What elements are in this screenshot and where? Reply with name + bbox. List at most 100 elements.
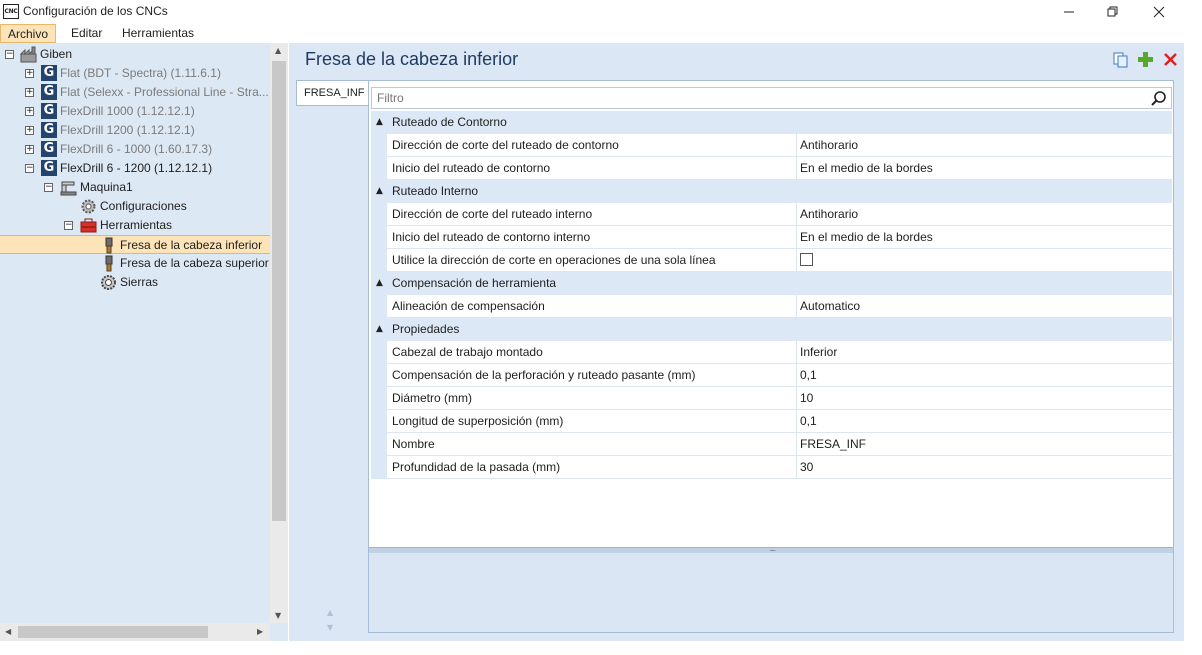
router-bit-icon	[100, 237, 117, 254]
property-name: Inicio del ruteado de contorno interno	[392, 226, 797, 248]
property-indent	[371, 226, 387, 249]
collapse-category-icon[interactable]: ▲	[376, 180, 388, 203]
scroll-right-icon[interactable]: ▶	[257, 627, 263, 636]
property-value[interactable]: Inferior	[800, 341, 837, 363]
property-row[interactable]: Cabezal de trabajo montado Inferior	[371, 341, 1172, 364]
property-value[interactable]: 10	[800, 387, 813, 409]
property-checkbox[interactable]	[800, 253, 813, 267]
scroll-up-icon[interactable]: ▲	[275, 46, 281, 55]
property-value[interactable]: En el medio de la bordes	[800, 157, 933, 179]
tree-item-label: FlexDrill 6 - 1000 (1.60.17.3)	[60, 142, 213, 156]
property-row[interactable]: Nombre FRESA_INF	[371, 433, 1172, 456]
tree-item[interactable]: Sierras	[0, 273, 268, 292]
property-value[interactable]: Antihorario	[800, 203, 858, 225]
tree-item[interactable]: − Giben	[0, 45, 268, 64]
window-bottom-edge	[0, 641, 1202, 655]
property-indent	[371, 203, 387, 226]
add-icon[interactable]	[1137, 51, 1155, 69]
property-value[interactable]: 0,1	[800, 364, 817, 386]
property-name: Diámetro (mm)	[392, 387, 797, 409]
category-label: Ruteado de Contorno	[392, 115, 507, 129]
property-value[interactable]: 30	[800, 456, 813, 478]
description-area	[369, 553, 1173, 632]
collapse-category-icon[interactable]: ▲	[376, 272, 388, 295]
property-row[interactable]: Longitud de superposición (mm) 0,1	[371, 410, 1172, 433]
property-row[interactable]: Inicio del ruteado de contorno En el medi…	[371, 157, 1172, 180]
category-row[interactable]: ▲ Propiedades	[371, 318, 1172, 341]
tree-item-label: Configuraciones	[100, 199, 187, 213]
property-row[interactable]: Compensación de la perforación y ruteado…	[371, 364, 1172, 387]
property-row[interactable]: Alineación de compensación Automatico	[371, 295, 1172, 318]
menu-archivo[interactable]: Archivo	[0, 24, 57, 43]
filter-input[interactable]	[375, 90, 1135, 106]
property-row[interactable]: Utilice la dirección de corte en operaci…	[371, 249, 1172, 272]
tree-vertical-scrollbar[interactable]: ▲ ▼	[270, 43, 288, 623]
tree-horizontal-scrollbar[interactable]: ◀ ▶	[0, 623, 270, 641]
tree-item[interactable]: Configuraciones	[0, 197, 268, 216]
delete-icon[interactable]	[1162, 51, 1180, 69]
tree-item[interactable]: Fresa de la cabeza inferior	[0, 235, 270, 254]
collapse-category-icon[interactable]: ▲	[376, 318, 388, 341]
expand-icon[interactable]: +	[25, 69, 34, 78]
scroll-left-icon[interactable]: ◀	[5, 627, 11, 636]
property-row[interactable]: Dirección de corte del ruteado de contor…	[371, 134, 1172, 157]
tree-scroll-thumb[interactable]	[272, 61, 286, 521]
property-row[interactable]: Diámetro (mm) 10	[371, 387, 1172, 410]
expand-icon[interactable]: +	[25, 107, 34, 116]
property-row[interactable]: Inicio del ruteado de contorno interno En…	[371, 226, 1172, 249]
property-row[interactable]: Dirección de corte del ruteado interno An…	[371, 203, 1172, 226]
tab-scroll-up-icon[interactable]: ▲	[327, 608, 333, 617]
category-label: Compensación de herramienta	[392, 276, 557, 290]
tab-fresa-inf[interactable]: FRESA_INF	[296, 80, 368, 106]
category-row[interactable]: ▲ Compensación de herramienta	[371, 272, 1172, 295]
tree-item[interactable]: + G Flat (BDT - Spectra) (1.11.6.1)	[0, 64, 268, 83]
collapse-category-icon[interactable]: ▲	[376, 111, 388, 134]
menu-herramientas[interactable]: Herramientas	[115, 24, 201, 43]
machine-logo-icon: G	[41, 65, 58, 82]
tree-item[interactable]: + G FlexDrill 6 - 1000 (1.60.17.3)	[0, 140, 268, 159]
collapse-icon[interactable]: −	[5, 50, 14, 59]
minimize-button[interactable]	[1046, 0, 1092, 23]
collapse-icon[interactable]: −	[44, 183, 53, 192]
tree-hscroll-thumb[interactable]	[18, 626, 208, 638]
property-indent	[371, 295, 387, 318]
machine-icon	[60, 179, 77, 196]
expand-icon[interactable]: +	[25, 126, 34, 135]
machine-logo-icon: G	[41, 141, 58, 158]
minimize-icon	[1064, 11, 1074, 12]
property-value[interactable]: FRESA_INF	[800, 433, 866, 455]
collapse-icon[interactable]: −	[25, 164, 34, 173]
tree-item-label: FlexDrill 6 - 1200 (1.12.12.1)	[60, 161, 213, 175]
tree-item[interactable]: − G FlexDrill 6 - 1200 (1.12.12.1)	[0, 159, 268, 178]
property-indent	[371, 157, 387, 180]
tree-item[interactable]: − Maquina1	[0, 178, 268, 197]
collapse-icon[interactable]: −	[64, 221, 73, 230]
tree-pane: − Giben + G Flat (BDT - Spectra) (1.11.6.1) +…	[0, 43, 288, 641]
tree-item[interactable]: + G Flat (Selexx - Professional Line - Str…	[0, 83, 269, 102]
restore-button[interactable]	[1090, 0, 1136, 23]
expand-icon[interactable]: +	[25, 145, 34, 154]
property-value[interactable]: Antihorario	[800, 134, 858, 156]
menu-editar[interactable]: Editar	[64, 24, 109, 43]
property-value[interactable]: Automatico	[800, 295, 860, 317]
property-name: Dirección de corte del ruteado interno	[392, 203, 797, 225]
tree-item[interactable]: + G FlexDrill 1200 (1.12.12.1)	[0, 121, 268, 140]
restore-icon	[1107, 6, 1118, 16]
scroll-down-icon[interactable]: ▼	[275, 611, 281, 620]
close-button[interactable]	[1136, 0, 1182, 23]
tree-item[interactable]: + G FlexDrill 1000 (1.12.12.1)	[0, 102, 268, 121]
property-value[interactable]: 0,1	[800, 410, 817, 432]
tree-item[interactable]: − Herramientas	[0, 216, 268, 235]
search-icon[interactable]	[1150, 90, 1167, 107]
copy-icon[interactable]	[1112, 51, 1130, 69]
property-value[interactable]: En el medio de la bordes	[800, 226, 933, 248]
tab-scroll-down-icon[interactable]: ▼	[327, 623, 333, 632]
tree-item[interactable]: Fresa de la cabeza superior	[0, 254, 269, 273]
category-row[interactable]: ▲ Ruteado Interno	[371, 180, 1172, 203]
category-row[interactable]: ▲ Ruteado de Contorno	[371, 111, 1172, 134]
toolbar	[1104, 51, 1184, 69]
expand-icon[interactable]: +	[25, 88, 34, 97]
splitter-grip-icon[interactable]: .....	[769, 544, 776, 553]
property-row[interactable]: Profundidad de la pasada (mm) 30	[371, 456, 1172, 479]
property-value-checkbox[interactable]	[800, 249, 813, 271]
